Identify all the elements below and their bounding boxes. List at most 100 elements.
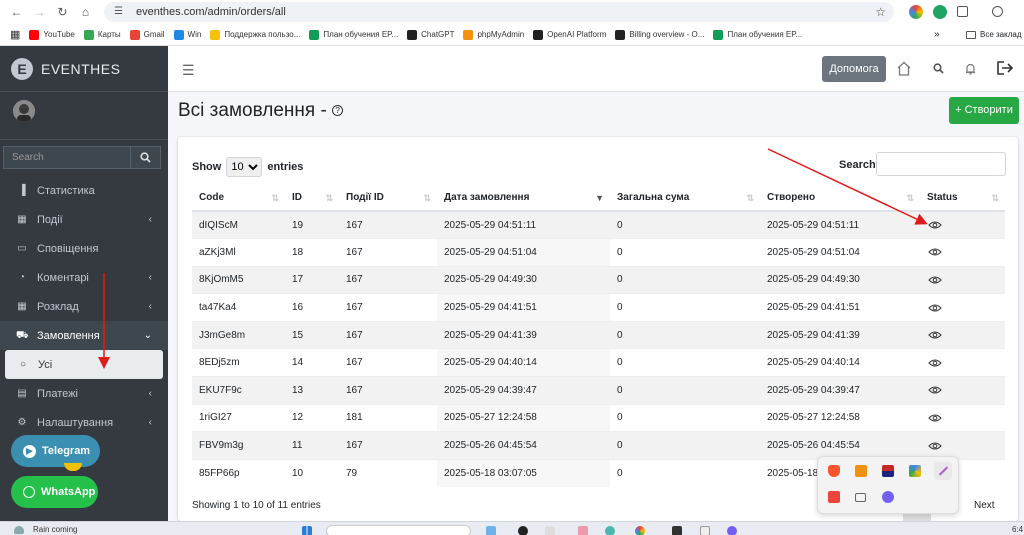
bookmark-item[interactable]: Win bbox=[173, 29, 201, 40]
sidebar-item-8[interactable]: ⚙ Налаштування ‹ bbox=[0, 408, 168, 437]
site-settings-icon[interactable]: ☰ bbox=[114, 6, 126, 18]
taskbar-app-icon[interactable] bbox=[545, 526, 555, 535]
sidebar-item-6[interactable]: ○ Усі bbox=[5, 350, 163, 379]
table-search-input[interactable] bbox=[876, 152, 1006, 176]
taskbar-app-icon[interactable] bbox=[635, 526, 645, 535]
column-header[interactable]: Code ⇅ bbox=[192, 184, 285, 212]
bookmark-item[interactable]: OpenAI Platform bbox=[533, 29, 606, 40]
sidebar-item-5[interactable]: ⛟ Замовлення ⌄ bbox=[0, 321, 168, 350]
weather-text[interactable]: Rain coming bbox=[33, 525, 77, 534]
bookmark-favicon-icon bbox=[533, 29, 544, 40]
back-icon[interactable]: ← bbox=[10, 5, 23, 19]
page-length-select[interactable]: 10 bbox=[226, 157, 263, 177]
eye-icon[interactable] bbox=[928, 441, 942, 451]
bookmark-star-icon[interactable]: ☆ bbox=[875, 5, 886, 19]
bookmark-item[interactable]: Карты bbox=[83, 29, 121, 40]
avatar[interactable] bbox=[13, 100, 35, 122]
all-bookmarks-label: Все заклад bbox=[980, 30, 1022, 39]
sidebar-item-4[interactable]: ▦ Розклад ‹ bbox=[0, 292, 168, 321]
table-cell: 10 bbox=[285, 458, 339, 487]
column-header[interactable]: Дата замовлення ▼ bbox=[437, 184, 610, 212]
column-header[interactable]: ID ⇅ bbox=[285, 184, 339, 212]
taskbar-app-icon[interactable] bbox=[700, 526, 710, 535]
eye-icon[interactable] bbox=[928, 275, 942, 285]
bookmark-item[interactable]: YouTube bbox=[29, 29, 75, 40]
column-header[interactable]: Створено ⇅ bbox=[760, 184, 920, 212]
table-row: 8EDj5zm 14 167 2025-05-29 04:40:14 0 2025-05-… bbox=[192, 348, 1005, 377]
sidebar-search-button[interactable] bbox=[131, 146, 161, 169]
sidebar-item-2[interactable]: ▭ Сповіщення bbox=[0, 234, 168, 263]
home-icon[interactable] bbox=[896, 61, 912, 76]
anydesk-icon[interactable] bbox=[828, 491, 840, 503]
forward-icon[interactable]: → bbox=[33, 5, 46, 19]
eye-icon[interactable] bbox=[928, 413, 942, 423]
address-bar[interactable]: ☰ eventhes.com/admin/orders/all ☆ bbox=[104, 2, 894, 22]
table-cell: 79 bbox=[339, 458, 437, 487]
sidebar-item-1[interactable]: ▦ Події ‹ bbox=[0, 205, 168, 234]
bookmark-item[interactable]: ChatGPT bbox=[407, 29, 454, 40]
sidebar-search-input[interactable] bbox=[3, 146, 131, 169]
eye-icon[interactable] bbox=[928, 303, 942, 313]
column-header[interactable]: Status ⇅ bbox=[920, 184, 1005, 212]
table-cell: 2025-05-29 04:39:47 bbox=[760, 376, 920, 405]
sidebar-item-0[interactable]: ▐ Статистика bbox=[0, 176, 168, 205]
table-cell: 0 bbox=[610, 238, 760, 267]
more-bookmarks-icon[interactable]: » bbox=[934, 29, 940, 40]
table-cell: 17 bbox=[285, 265, 339, 294]
clock[interactable]: 6:4 bbox=[1012, 525, 1023, 534]
extension-color-icon[interactable] bbox=[909, 5, 923, 19]
taskbar-search-box[interactable] bbox=[326, 525, 471, 535]
bell-icon[interactable] bbox=[965, 62, 976, 75]
bookmark-item[interactable]: phpMyAdmin bbox=[463, 29, 524, 40]
sidebar-item-3[interactable]: ◔ Коментарі ‹ bbox=[0, 263, 168, 292]
brave-icon[interactable] bbox=[828, 465, 840, 477]
taskbar-app-icon[interactable] bbox=[578, 526, 588, 535]
question-circle-icon[interactable]: ? bbox=[332, 105, 344, 117]
extensions-puzzle-icon[interactable] bbox=[957, 6, 968, 17]
taskbar-app-icon[interactable] bbox=[727, 526, 737, 535]
all-bookmarks-folder[interactable]: Все заклад bbox=[966, 30, 1022, 39]
bookmark-label: План обучения EP... bbox=[727, 30, 803, 39]
column-header[interactable]: Загальна сума ⇅ bbox=[610, 184, 760, 212]
taskbar-app-icon[interactable] bbox=[672, 526, 682, 535]
bookmark-item[interactable]: Gmail bbox=[129, 29, 165, 40]
bookmark-item[interactable]: План обучения EP... bbox=[309, 29, 398, 40]
hamburger-menu-icon[interactable]: ☰ bbox=[182, 62, 195, 79]
whatsapp-button[interactable]: WhatsApp bbox=[11, 476, 98, 508]
telegram-button[interactable]: Telegram bbox=[11, 435, 100, 467]
taskbar-app-icon[interactable] bbox=[605, 526, 615, 535]
eye-icon[interactable] bbox=[928, 330, 942, 340]
brand[interactable]: E EVENTHES bbox=[0, 46, 168, 92]
column-header[interactable]: Події ID ⇅ bbox=[339, 184, 437, 212]
logout-icon[interactable] bbox=[996, 60, 1014, 76]
pen-icon[interactable] bbox=[934, 462, 952, 480]
help-button[interactable]: Допомога bbox=[822, 56, 886, 82]
taskbar-app-icon[interactable] bbox=[486, 526, 496, 535]
eye-icon[interactable] bbox=[928, 220, 942, 230]
sidebar-item-7[interactable]: ▤ Платежі ‹ bbox=[0, 379, 168, 408]
app-flag-icon[interactable] bbox=[882, 465, 894, 477]
bookmark-item[interactable]: План обучения EP... bbox=[713, 29, 803, 40]
create-button[interactable]: + Створити bbox=[949, 97, 1019, 124]
table-cell: 167 bbox=[339, 293, 437, 322]
sidebar-item-label: Платежі bbox=[37, 387, 78, 400]
profile-icon[interactable] bbox=[992, 6, 1003, 17]
monitor-icon[interactable] bbox=[855, 493, 866, 502]
bookmark-item[interactable]: Billing overview - O... bbox=[615, 29, 704, 40]
taskbar-app-icon[interactable] bbox=[518, 526, 528, 535]
eye-icon[interactable] bbox=[928, 358, 942, 368]
app-orange-icon[interactable] bbox=[855, 465, 867, 477]
folder-icon bbox=[966, 30, 976, 39]
home-icon[interactable]: ⌂ bbox=[79, 5, 92, 19]
next-button[interactable]: Next bbox=[974, 500, 995, 511]
eye-icon[interactable] bbox=[928, 247, 942, 257]
reload-icon[interactable]: ↻ bbox=[56, 5, 69, 19]
viber-icon[interactable] bbox=[882, 491, 894, 503]
extension-green-icon[interactable] bbox=[933, 5, 947, 19]
windows-start-icon[interactable] bbox=[302, 526, 312, 535]
apps-grid-icon[interactable]: ▦ bbox=[10, 28, 20, 41]
search-icon[interactable] bbox=[933, 63, 944, 74]
security-shield-icon[interactable] bbox=[909, 465, 921, 477]
bookmark-item[interactable]: Поддержка пользо... bbox=[210, 29, 300, 40]
eye-icon[interactable] bbox=[928, 385, 942, 395]
